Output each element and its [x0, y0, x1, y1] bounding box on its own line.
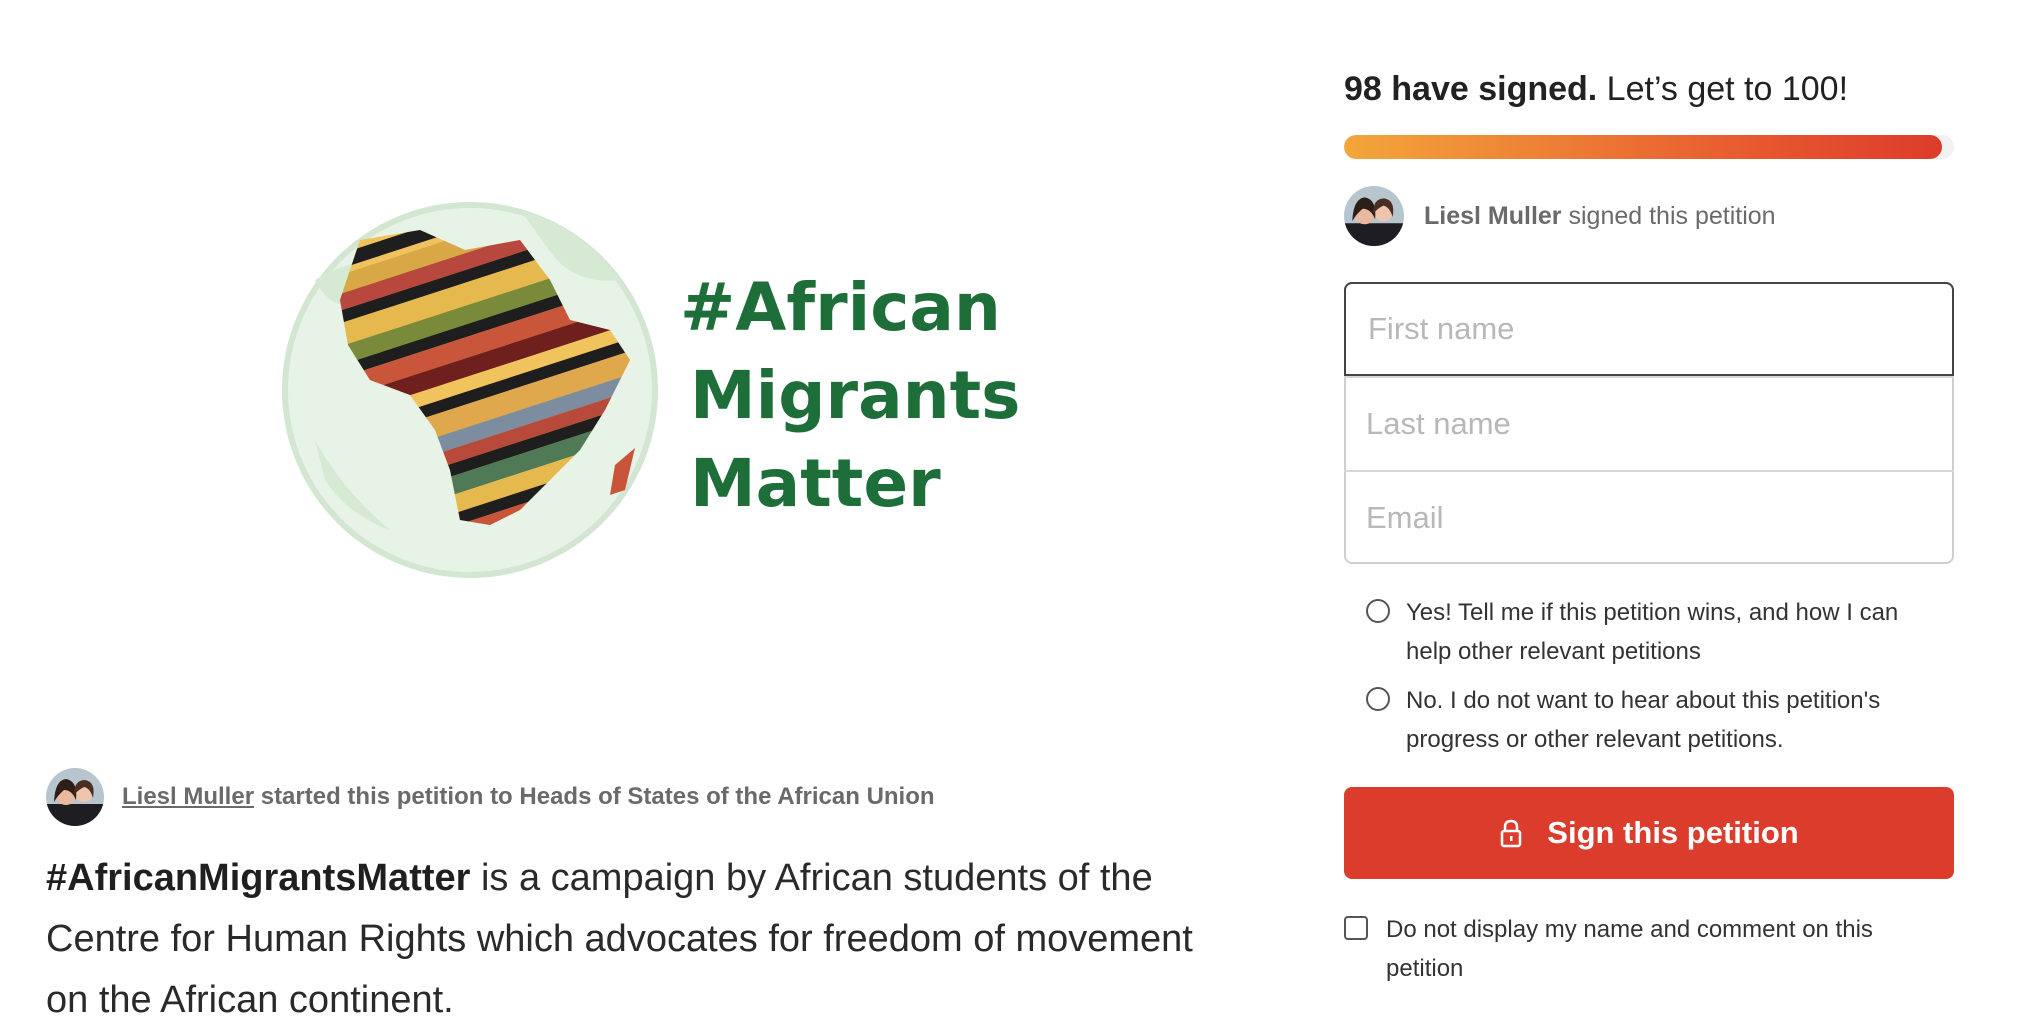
- profile-photo-icon: [46, 768, 104, 826]
- sign-button-label: Sign this petition: [1547, 815, 1799, 850]
- first-name-input[interactable]: [1344, 282, 1954, 376]
- recent-signer-text: Liesl Muller signed this petition: [1424, 202, 1776, 231]
- updates-no-label: No. I do not want to hear about this pet…: [1406, 687, 1881, 753]
- petition-main: #African Migrants Matter Liesl Muller st…: [0, 0, 1260, 1021]
- last-name-input[interactable]: [1344, 376, 1954, 470]
- signature-form: [1344, 282, 1954, 564]
- updates-yes-label: Yes! Tell me if this petition wins, and …: [1406, 599, 1899, 665]
- recent-signer: Liesl Muller signed this petition: [1344, 186, 1776, 246]
- petition-image: #African Migrants Matter: [220, 130, 1060, 650]
- logo-line-3: Matter: [690, 445, 941, 522]
- updates-no-option[interactable]: No. I do not want to hear about this pet…: [1366, 681, 1936, 759]
- signature-panel: 98 have signed. Let’s get to 100! Liesl …: [1344, 0, 1954, 1010]
- avatar[interactable]: [46, 768, 104, 826]
- starter-name-link[interactable]: Liesl Muller: [122, 783, 254, 810]
- profile-photo-icon: [1344, 186, 1404, 246]
- lock-icon: [1501, 819, 1522, 848]
- logo-line-2: Migrants: [690, 357, 1020, 434]
- updates-no-radio[interactable]: [1366, 687, 1390, 711]
- signature-goal-text: Let’s get to 100!: [1597, 70, 1849, 108]
- recent-signer-name: Liesl Muller: [1424, 201, 1562, 230]
- hide-name-checkbox[interactable]: [1344, 916, 1368, 940]
- starter-text: Liesl Muller started this petition to He…: [122, 783, 935, 811]
- sign-petition-button[interactable]: Sign this petition: [1344, 787, 1954, 879]
- avatar[interactable]: [1344, 186, 1404, 246]
- petition-starter: Liesl Muller started this petition to He…: [46, 768, 935, 826]
- progress-fill: [1344, 135, 1942, 159]
- petition-description: #AfricanMigrantsMatter is a campaign by …: [46, 848, 1226, 1031]
- progress-track: [1344, 135, 1954, 159]
- starter-target: started this petition to Heads of States…: [254, 783, 935, 810]
- updates-yes-radio[interactable]: [1366, 599, 1390, 623]
- signature-count: 98 have signed. Let’s get to 100!: [1344, 70, 1848, 109]
- recent-signer-action: signed this petition: [1561, 201, 1776, 230]
- logo-line-1: #African: [680, 269, 1001, 346]
- email-input[interactable]: [1344, 470, 1954, 564]
- hide-name-label: Do not display my name and comment on th…: [1386, 916, 1873, 982]
- signature-count-bold: 98 have signed.: [1344, 70, 1598, 108]
- signature-progress-bar: [1344, 135, 1954, 159]
- description-hashtag: #AfricanMigrantsMatter: [46, 857, 471, 899]
- updates-yes-option[interactable]: Yes! Tell me if this petition wins, and …: [1366, 593, 1936, 671]
- african-migrants-matter-logo: #African Migrants Matter: [282, 202, 1020, 578]
- hide-name-option[interactable]: Do not display my name and comment on th…: [1344, 910, 1944, 988]
